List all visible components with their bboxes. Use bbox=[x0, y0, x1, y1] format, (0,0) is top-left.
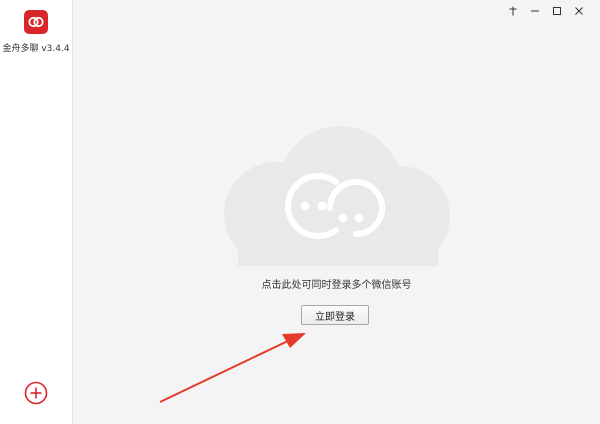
app-title: 金舟多聊 v3.4.4 bbox=[0, 41, 72, 54]
minimize-icon bbox=[531, 10, 539, 12]
app-logo bbox=[24, 10, 48, 34]
app-logo-icon bbox=[28, 16, 44, 28]
add-account-button[interactable] bbox=[24, 381, 48, 405]
maximize-icon bbox=[553, 7, 561, 15]
plus-circle-icon bbox=[24, 381, 48, 405]
chat-cloud-icon bbox=[224, 126, 450, 266]
close-button[interactable] bbox=[568, 3, 590, 19]
pin-icon bbox=[509, 6, 517, 16]
main-panel: 点击此处可同时登录多个微信账号 立即登录 bbox=[73, 0, 600, 424]
pin-button[interactable] bbox=[502, 3, 524, 19]
close-icon bbox=[575, 7, 583, 15]
minimize-button[interactable] bbox=[524, 3, 546, 19]
login-now-button[interactable]: 立即登录 bbox=[301, 305, 369, 325]
sidebar: 金舟多聊 v3.4.4 bbox=[0, 0, 73, 424]
app-name-text: 金舟多聊 bbox=[2, 44, 39, 54]
empty-state-illustration bbox=[218, 126, 458, 270]
window-controls bbox=[502, 3, 590, 19]
maximize-button[interactable] bbox=[546, 3, 568, 19]
multi-login-hint: 点击此处可同时登录多个微信账号 bbox=[261, 280, 412, 291]
app-version-text: v3.4.4 bbox=[41, 44, 70, 54]
